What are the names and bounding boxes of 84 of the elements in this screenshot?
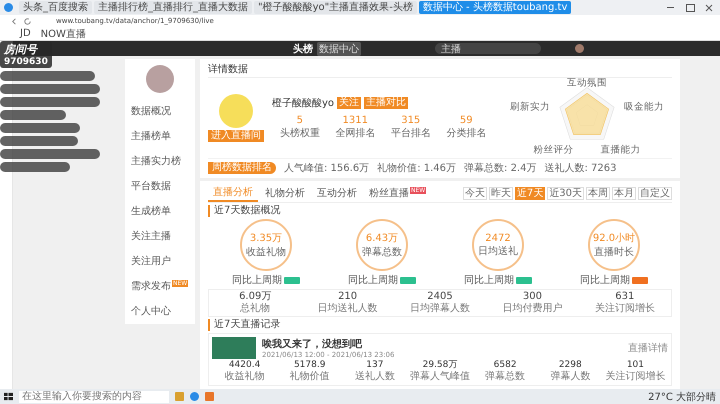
stat-label: 弹幕人数 <box>550 371 590 382</box>
browser-tab[interactable]: 主播排行榜_直播排行_直播大数据 <box>94 1 252 14</box>
date-range-button[interactable]: 本周 <box>586 186 610 200</box>
browser-tab[interactable]: "橙子酸酸酸yo"主播直播效果-头榜 <box>254 1 417 14</box>
sidebar-item[interactable]: 平台数据 <box>131 179 189 193</box>
date-range-button[interactable]: 今天 <box>462 186 487 200</box>
stat-value: 5178.9 <box>294 360 326 370</box>
date-range-button[interactable]: 本月 <box>612 186 636 200</box>
stat-label: 日均付费用户 <box>502 303 562 315</box>
stat-label: 分类排名 <box>446 126 486 140</box>
compare-label: 同比上周期 <box>580 274 630 287</box>
search-field[interactable]: 主播 <box>435 43 541 54</box>
section-title: 近7天直播记录 <box>208 319 672 331</box>
metric-ring: 2472 日均送礼 <box>472 219 524 271</box>
record-title: 唉我又来了，没想到吧 <box>262 338 363 351</box>
room-label: 房间号 <box>4 42 39 57</box>
stat-label: 弹幕总数 <box>485 371 526 382</box>
date-range-button[interactable]: 近30天 <box>547 186 584 200</box>
stat-value: 29.58万 <box>422 360 458 370</box>
stat-label: 日均送礼人数 <box>318 303 378 315</box>
stat-label: 送礼人数 <box>354 371 395 382</box>
metric-ring: 92.0小时 直播时长 <box>588 219 640 271</box>
sidebar-item[interactable]: 关注用户 <box>131 254 189 268</box>
radar-label: 吸金能力 <box>624 101 664 112</box>
browser-tab[interactable]: 头条_百度搜索 <box>19 1 92 14</box>
sidebar-item[interactable]: 主播榜单 <box>131 129 189 143</box>
stat-value: 6.09万 <box>239 291 272 302</box>
site-logo[interactable]: 头榜 <box>293 42 313 56</box>
bookmark-link[interactable]: NOW直播 <box>40 26 86 40</box>
sidebar-item[interactable]: 关注主播 <box>131 229 189 243</box>
streamer-name: 橙子酸酸酸yo <box>272 96 334 110</box>
stat-label: 关注订阅增长 <box>594 303 655 315</box>
compare-label: 同比上周期 <box>348 274 398 287</box>
stat-value: 4420.4 <box>228 360 260 370</box>
stat-value: 101 <box>626 360 644 371</box>
analysis-tab[interactable]: 礼物分析 <box>260 185 310 201</box>
stat-label: 礼物价值 <box>290 371 330 382</box>
stat-label: 总礼物 <box>240 303 270 315</box>
stat-value: 2298 <box>558 360 582 370</box>
stat-value: 5 <box>296 115 303 126</box>
stat-value: 59 <box>460 115 473 126</box>
radar-label: 直播能力 <box>600 144 640 156</box>
weather-text: 27°C 大部分晴 <box>648 390 716 404</box>
sidebar-item[interactable]: 主播实力榜 <box>131 154 189 168</box>
compare-label: 同比上周期 <box>464 274 514 287</box>
stat-value: 210 <box>338 291 358 302</box>
stat-value: 137 <box>366 360 384 370</box>
sidebar-item[interactable]: 需求发布 $^{NEW}$ <box>131 279 189 293</box>
stat-label: 收益礼物 <box>224 371 265 382</box>
stat-label: 全网排名 <box>335 126 376 140</box>
stat-label: 弹幕人气峰值 <box>410 371 470 382</box>
summary-text: 弹幕总数: 2.4万 <box>464 162 536 175</box>
stat-value: 315 <box>401 115 420 126</box>
room-number: 9709630 <box>4 57 48 67</box>
site-badge: 数据中心 <box>317 42 361 56</box>
section-title: 详情数据 <box>208 62 672 78</box>
stat-label: 头榜权重 <box>280 126 320 140</box>
summary-text: 人气峰值: 156.6万 <box>284 162 370 175</box>
stat-value: 1311 <box>342 115 368 126</box>
radar-label: 刷新实力 <box>510 101 550 112</box>
bookmark-link[interactable]: JD <box>20 28 31 39</box>
stat-value: 300 <box>522 291 542 302</box>
analysis-tab[interactable]: 粉丝直播 $^{NEW}$ <box>364 185 432 201</box>
compare-label: 同比上周期 <box>232 274 282 287</box>
summary-text: 送礼人数: 7263 <box>544 162 616 175</box>
sidebar-item[interactable]: 个人中心 <box>131 304 189 318</box>
stat-value: 631 <box>615 291 634 302</box>
radar-label: 粉丝评分 <box>534 144 574 156</box>
date-range-button[interactable]: 昨天 <box>488 186 513 200</box>
sidebar-item[interactable]: 数据概况 <box>131 104 189 118</box>
detail-link[interactable]: 直播详情 <box>628 341 668 355</box>
stat-label: 日均弹幕人数 <box>410 303 470 315</box>
stat-label: 平台排名 <box>390 126 431 140</box>
stat-label: 关注订阅增长 <box>605 371 666 382</box>
summary-text: 礼物价值: 1.46万 <box>377 162 456 175</box>
stat-value: 6582 <box>494 360 517 370</box>
radar-label: 互动氛围 <box>567 78 607 89</box>
sidebar-item[interactable]: 生成榜单 <box>131 204 189 218</box>
section-title: 近7天数据概况 <box>208 205 672 217</box>
stat-value: 2405 <box>427 291 453 302</box>
metric-ring: 6.43万 弹幕总数 <box>356 219 408 271</box>
analysis-tab[interactable]: 互动分析 <box>312 185 362 201</box>
date-range-button[interactable]: 自定义 <box>638 186 672 200</box>
metric-ring: 3.35万 收益礼物 <box>240 219 292 271</box>
